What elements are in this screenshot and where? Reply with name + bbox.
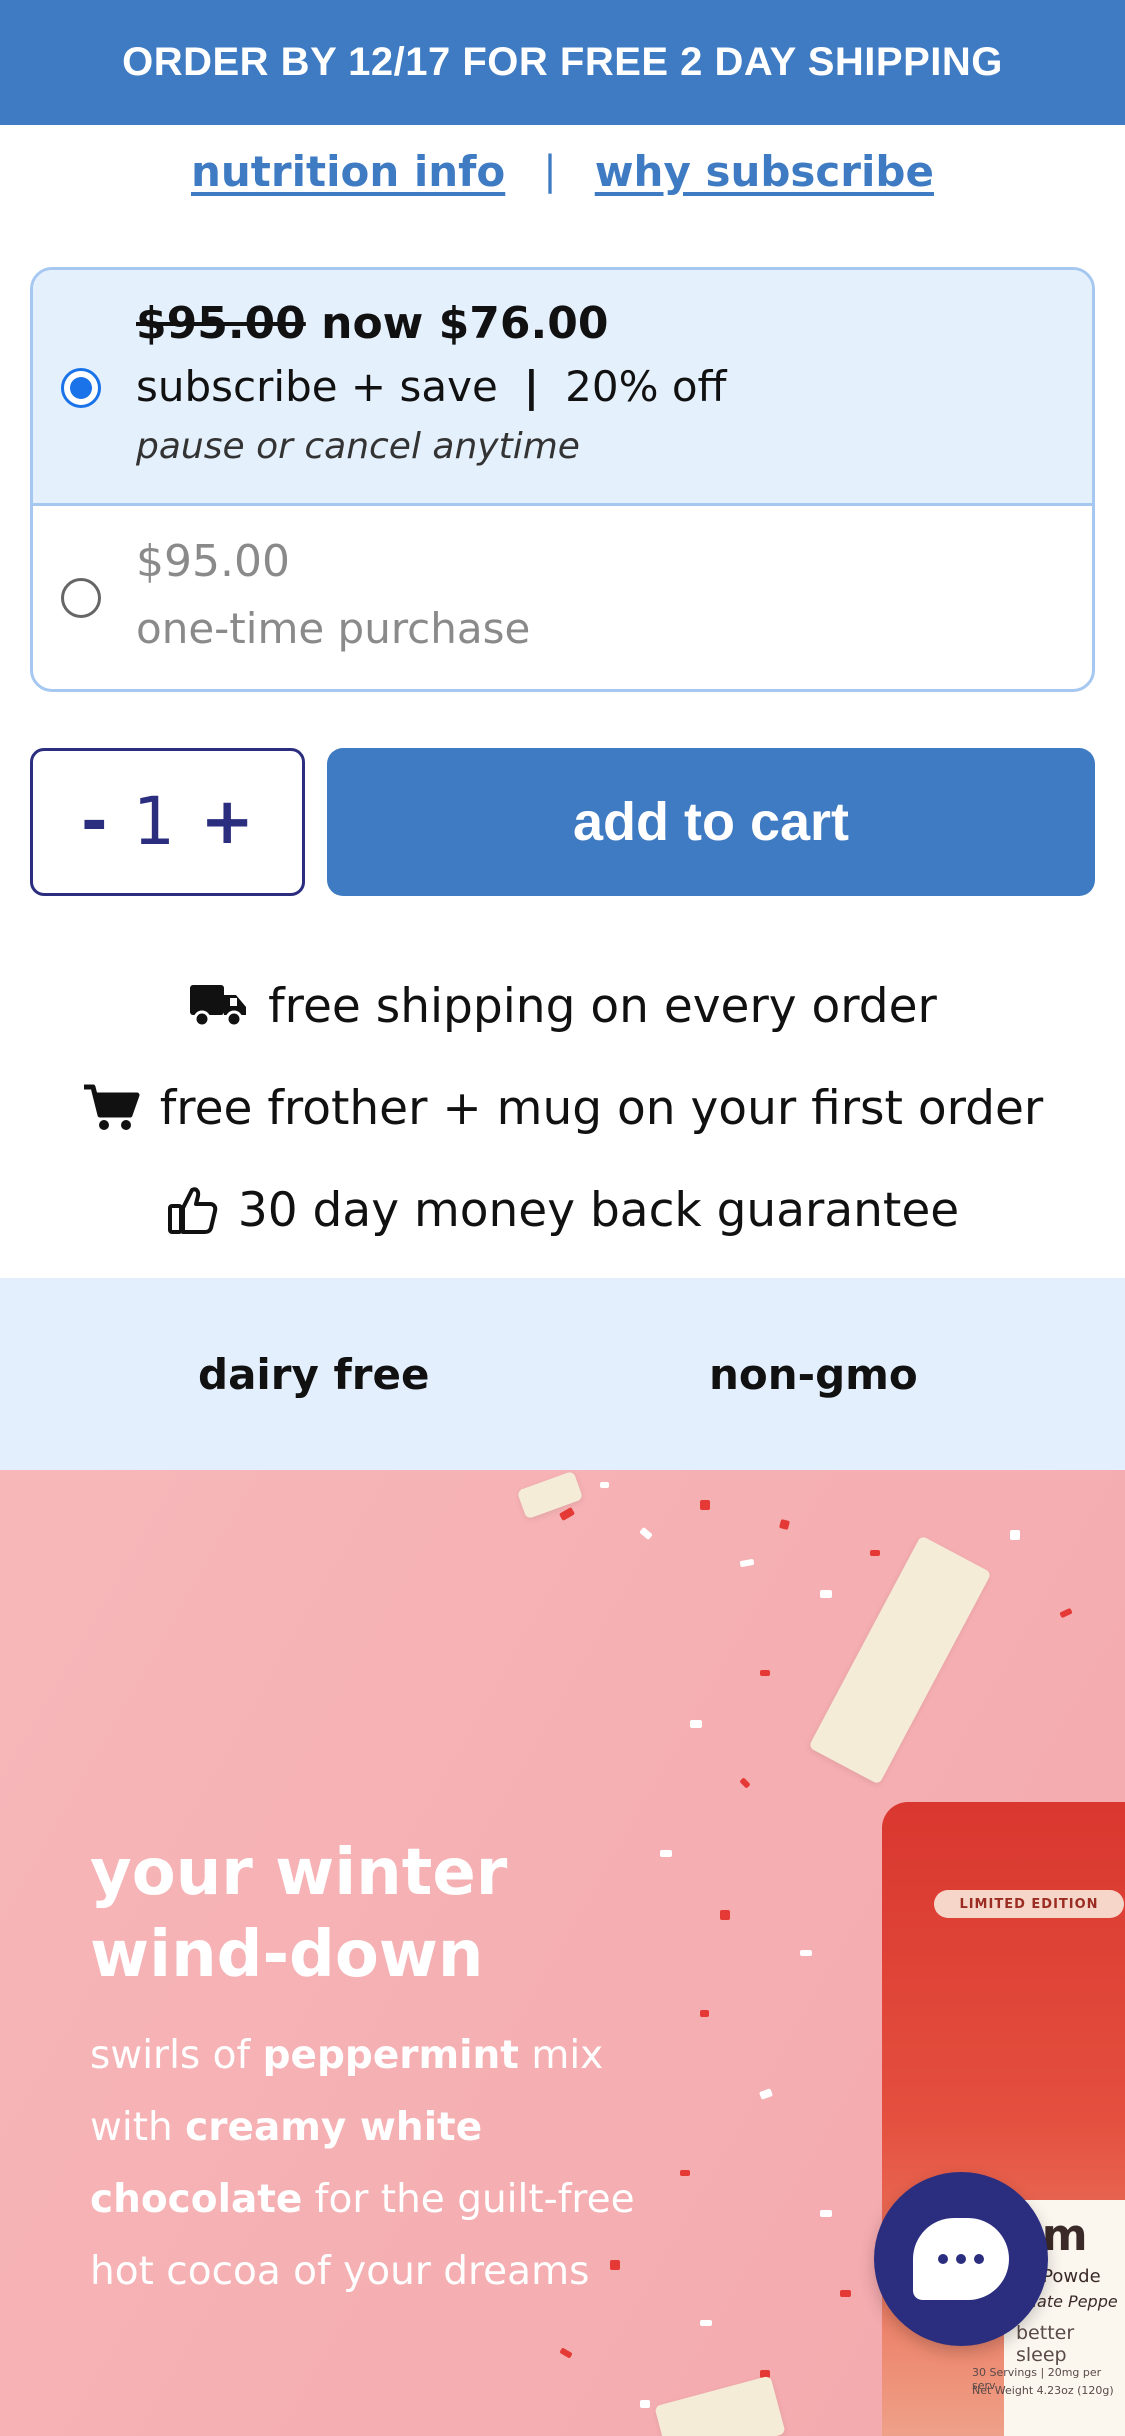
subscribe-label-line: subscribe + save | 20% off — [136, 354, 726, 420]
shipping-banner-text: ORDER BY 12/17 FOR FREE 2 DAY SHIPPING — [122, 40, 1003, 84]
subscribe-price-line: $95.00 now $76.00 — [136, 294, 726, 354]
pouch-line-5: Net Weight 4.23oz (120g) — [972, 2384, 1114, 2397]
subscribe-option[interactable]: $95.00 now $76.00 subscribe + save | 20% o… — [33, 270, 1092, 506]
new-price: $76.00 — [438, 298, 609, 349]
purchase-options: $95.00 now $76.00 subscribe + save | 20% o… — [30, 267, 1095, 692]
truck-icon — [188, 981, 248, 1031]
white-chocolate-piece — [808, 1535, 992, 1785]
badge-non-gmo: non-gmo — [709, 1349, 918, 1399]
pouch-limited-edition-label: LIMITED EDITION — [934, 1890, 1124, 1918]
subscribe-label: subscribe + save — [136, 362, 498, 411]
hero-title-line-1: your winter — [90, 1836, 508, 1910]
perk-free-shipping: free shipping on every order — [0, 966, 1125, 1046]
perk-free-shipping-text: free shipping on every order — [268, 978, 937, 1034]
subscribe-radio[interactable] — [61, 368, 101, 408]
perk-money-back-text: 30 day money back guarantee — [237, 1182, 960, 1238]
quantity-stepper: - 1 + — [30, 748, 305, 896]
pouch-line-3: better sleep — [1016, 2322, 1075, 2366]
shipping-banner: ORDER BY 12/17 FOR FREE 2 DAY SHIPPING — [0, 0, 1125, 125]
badge-dairy-free: dairy free — [198, 1349, 430, 1399]
hero-title: your winter wind-down — [90, 1832, 650, 1996]
link-separator: | — [543, 148, 557, 194]
hero-title-line-2: wind-down — [90, 1918, 484, 1992]
one-time-option[interactable]: $95.00 one-time purchase — [33, 506, 1092, 689]
white-chocolate-piece — [654, 2375, 786, 2436]
product-badges: dairy free non-gmo — [0, 1278, 1125, 1470]
quantity-increase-button[interactable]: + — [200, 790, 254, 854]
chat-bubble-icon — [913, 2218, 1009, 2300]
one-time-price: $95.00 — [136, 536, 290, 587]
cart-icon — [82, 1083, 140, 1133]
subscribe-option-text: $95.00 now $76.00 subscribe + save | 20% o… — [136, 294, 726, 474]
hero-body-part-1: swirls of — [90, 2033, 263, 2078]
perk-free-frother: free frother + mug on your first order — [0, 1068, 1125, 1148]
quantity-value[interactable]: 1 — [133, 789, 175, 855]
discount-label: 20% off — [565, 362, 727, 411]
subscribe-separator: | — [523, 362, 540, 411]
nutrition-info-link[interactable]: nutrition info — [191, 147, 505, 196]
hero-body-bold-1: peppermint — [262, 2033, 519, 2078]
add-to-cart-button[interactable]: add to cart — [327, 748, 1095, 896]
one-time-label: one-time purchase — [136, 604, 531, 653]
quantity-decrease-button[interactable]: - — [81, 790, 108, 854]
why-subscribe-link[interactable]: why subscribe — [595, 147, 934, 196]
now-word: now — [321, 298, 424, 349]
one-time-option-text: $95.00 one-time purchase — [136, 528, 530, 662]
old-price: $95.00 — [136, 298, 306, 349]
info-links: nutrition info | why subscribe — [0, 138, 1125, 204]
subscribe-note: pause or cancel anytime — [136, 426, 580, 467]
hero-description: swirls of peppermint mix with creamy whi… — [90, 2020, 650, 2308]
perk-free-frother-text: free frother + mug on your first order — [159, 1080, 1044, 1136]
thumbs-up-icon — [166, 1184, 218, 1236]
perk-money-back: 30 day money back guarantee — [0, 1170, 1125, 1250]
one-time-radio[interactable] — [61, 578, 101, 618]
chat-button[interactable] — [874, 2172, 1048, 2346]
